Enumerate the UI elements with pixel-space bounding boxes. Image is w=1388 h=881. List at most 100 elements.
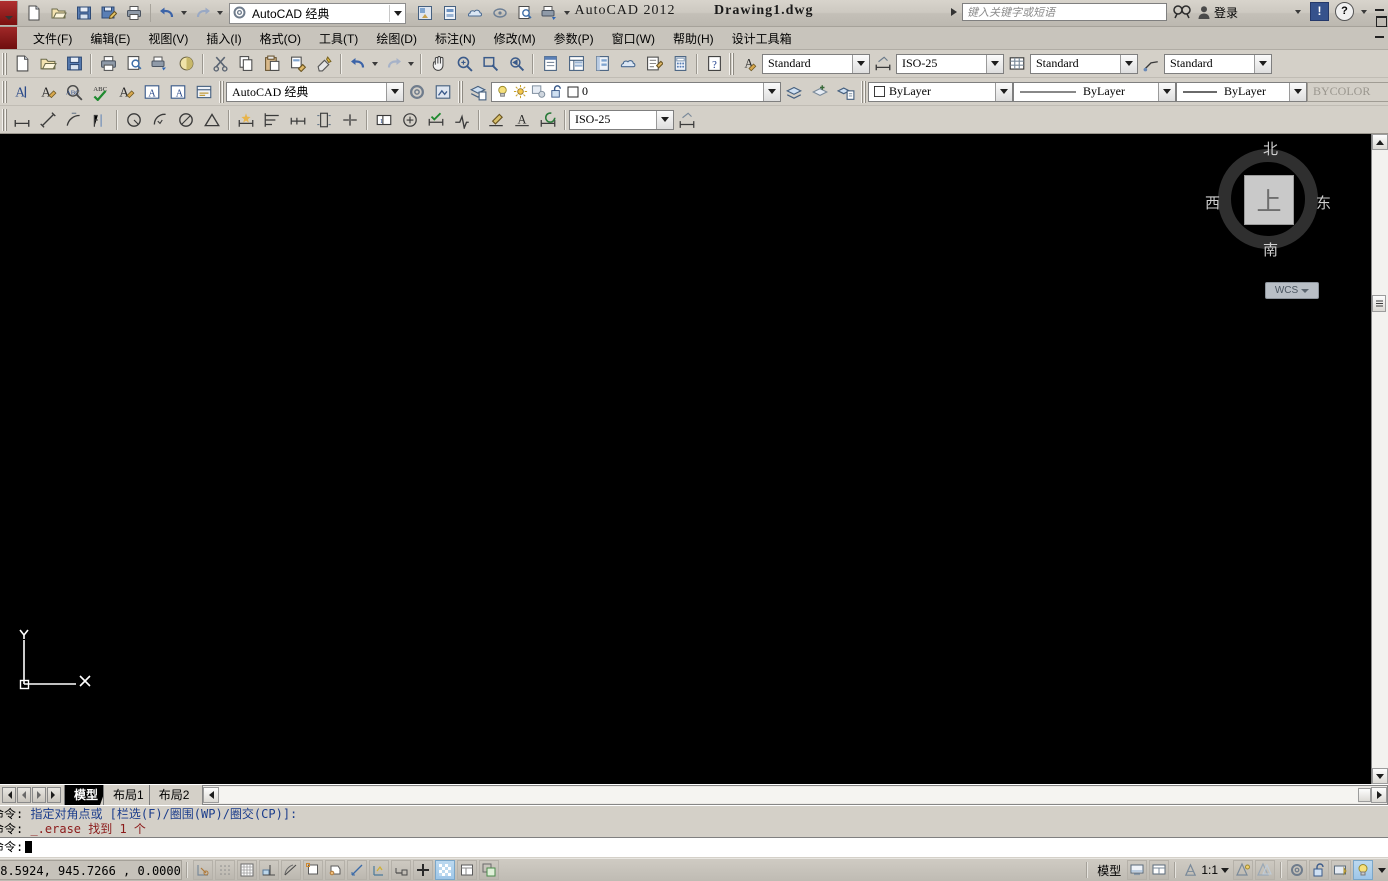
communication-center-icon[interactable]: ! (1310, 2, 1329, 21)
dim-jogline-icon[interactable] (449, 107, 475, 132)
vertical-scroll-track[interactable] (1372, 150, 1388, 768)
status-polar[interactable] (281, 860, 301, 880)
status-qp[interactable] (457, 860, 477, 880)
layer-make-current-icon[interactable] (807, 79, 833, 104)
horizontal-scroll-thumb[interactable] (1358, 788, 1371, 802)
annotation-autoscale-icon[interactable] (1255, 860, 1275, 880)
layer-unlock-icon[interactable] (549, 84, 564, 99)
preview-icon[interactable] (513, 1, 537, 25)
chevron-down-icon[interactable] (852, 54, 869, 73)
annotation-visibility-icon[interactable] (1233, 860, 1253, 880)
menu-parametric[interactable]: 参数(P) (545, 28, 603, 49)
dimension-style-combo[interactable]: ISO-25 (569, 109, 674, 130)
infocenter-dropdown-arrow[interactable] (1295, 9, 1301, 14)
baseline-dim-icon[interactable] (259, 107, 285, 132)
multiline-text-icon[interactable]: A (9, 79, 35, 104)
menu-window[interactable]: 窗口(W) (603, 28, 664, 49)
vertical-scrollbar[interactable] (1371, 134, 1388, 784)
paste-icon[interactable] (259, 51, 285, 76)
workspace-settings-icon[interactable] (404, 79, 430, 104)
redo-icon[interactable] (191, 1, 215, 25)
command-input[interactable]: 命令: (0, 837, 1388, 857)
single-text-icon[interactable]: A (35, 79, 61, 104)
linear-dim-icon[interactable] (9, 107, 35, 132)
open-icon[interactable] (35, 51, 61, 76)
layer-previous-icon[interactable] (781, 79, 807, 104)
calculator-icon[interactable] (667, 51, 693, 76)
chevron-down-icon[interactable] (986, 54, 1003, 73)
status-3dosnap[interactable] (325, 860, 345, 880)
scroll-up-button[interactable] (1372, 134, 1388, 150)
undo-dropdown-arrow[interactable] (372, 61, 378, 66)
sheetset-icon[interactable] (438, 1, 462, 25)
workspace-display-icon[interactable] (430, 79, 456, 104)
dim-style-icon[interactable] (870, 51, 896, 76)
dim-break-icon[interactable] (337, 107, 363, 132)
continue-dim-icon[interactable] (285, 107, 311, 132)
dim-edit-icon[interactable] (483, 107, 509, 132)
publish-icon[interactable] (147, 51, 173, 76)
redo-dropdown-arrow[interactable] (217, 11, 223, 15)
share-icon[interactable] (488, 1, 512, 25)
diameter-dim-icon[interactable] (173, 107, 199, 132)
coordinate-display[interactable]: 28.5924, 945.7266 , 0.0000 (0, 860, 182, 880)
dim-text-edit-icon[interactable]: A (509, 107, 535, 132)
save-icon[interactable] (72, 1, 96, 25)
layer-freeze-vp-icon[interactable] (531, 84, 546, 99)
ucs-selector-dropdown[interactable]: WCS (1265, 282, 1319, 299)
hardware-accel-icon[interactable] (1331, 860, 1351, 880)
zoom-window-icon[interactable] (477, 51, 503, 76)
toolbar-grip-props[interactable] (860, 80, 866, 103)
status-dyn[interactable] (391, 860, 411, 880)
jogged-dim-icon[interactable] (147, 107, 173, 132)
chevron-down-icon[interactable] (1158, 82, 1175, 101)
search-icon[interactable] (1172, 3, 1192, 21)
annotation-scale-selector[interactable]: 1:1 (1180, 862, 1232, 878)
justify-text-icon[interactable]: A (165, 79, 191, 104)
spell-check-icon[interactable]: ABC (87, 79, 113, 104)
convert-distance-icon[interactable] (191, 79, 217, 104)
tab-layout2[interactable]: 布局2 (149, 785, 199, 805)
lineweight-combo[interactable]: ByLayer (1176, 81, 1307, 102)
text-style-combo[interactable]: Standard (762, 53, 870, 74)
help-icon[interactable]: ? (701, 51, 727, 76)
titlebar-overflow-arrow[interactable] (564, 11, 570, 15)
view-cube-east-label[interactable]: 东 (1316, 192, 1331, 213)
tab-model[interactable]: 模型 (64, 785, 107, 805)
status-transparency[interactable] (435, 860, 455, 880)
layer-on-icon[interactable] (495, 84, 510, 99)
plot-icon[interactable] (122, 1, 146, 25)
workspace-switch-combo[interactable]: AutoCAD 经典 (229, 2, 406, 24)
chevron-down-icon[interactable] (1301, 288, 1310, 293)
zoom-previous-icon[interactable] (503, 51, 529, 76)
status-snap[interactable] (215, 860, 235, 880)
status-model-space-icon[interactable] (1127, 860, 1148, 880)
status-ortho[interactable] (259, 860, 279, 880)
undo-icon[interactable] (345, 51, 371, 76)
menu-design-toolbox[interactable]: 设计工具箱 (723, 28, 801, 49)
menu-file[interactable]: 文件(F) (24, 28, 81, 49)
sheetset-manager-icon[interactable] (615, 51, 641, 76)
scale-text-icon[interactable]: A (139, 79, 165, 104)
zoom-realtime-icon[interactable] (451, 51, 477, 76)
dim-style-manager-icon[interactable] (674, 107, 700, 132)
status-osnap[interactable] (303, 860, 323, 880)
layer-properties-icon[interactable] (465, 79, 491, 104)
view-cube-top-face[interactable]: 上 (1244, 175, 1294, 225)
cut-icon[interactable] (207, 51, 233, 76)
toolbar-grip[interactable] (1, 52, 7, 75)
erase-icon[interactable] (311, 51, 337, 76)
pan-icon[interactable] (425, 51, 451, 76)
redo-icon[interactable] (381, 51, 407, 76)
status-layout-space-icon[interactable] (1149, 860, 1170, 880)
tab-next-button[interactable] (32, 787, 46, 803)
find-text-icon[interactable]: ABC (61, 79, 87, 104)
layer-thaw-icon[interactable] (513, 84, 528, 99)
layer-combo[interactable]: 0 (491, 81, 781, 102)
linetype-combo[interactable]: ByLayer (1013, 81, 1176, 102)
plot-preview-icon[interactable] (121, 51, 147, 76)
scroll-left-button[interactable] (203, 787, 220, 803)
cloud-icon[interactable] (463, 1, 487, 25)
properties-icon[interactable] (537, 51, 563, 76)
render-icon[interactable] (413, 1, 437, 25)
